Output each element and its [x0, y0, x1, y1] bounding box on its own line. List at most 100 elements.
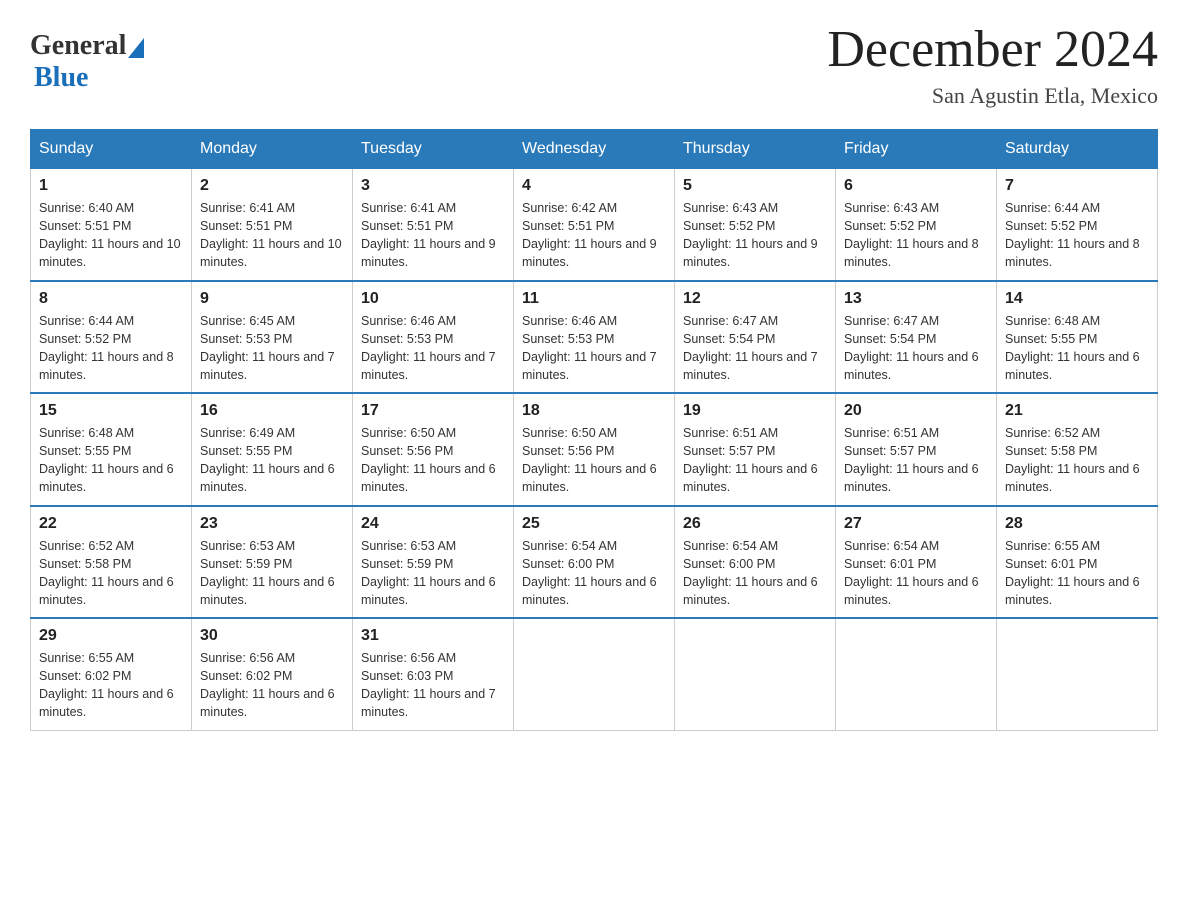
- day-number: 29: [39, 627, 183, 645]
- day-number: 8: [39, 290, 183, 308]
- day-info: Sunrise: 6:54 AMSunset: 6:01 PMDaylight:…: [844, 539, 979, 607]
- day-info: Sunrise: 6:41 AMSunset: 5:51 PMDaylight:…: [361, 201, 496, 269]
- table-row: 3 Sunrise: 6:41 AMSunset: 5:51 PMDaylight…: [353, 169, 514, 281]
- title-section: December 2024 San Agustin Etla, Mexico: [827, 20, 1158, 109]
- day-number: 1: [39, 177, 183, 195]
- col-wednesday: Wednesday: [514, 130, 675, 169]
- table-row: 7 Sunrise: 6:44 AMSunset: 5:52 PMDaylight…: [997, 169, 1158, 281]
- day-info: Sunrise: 6:48 AMSunset: 5:55 PMDaylight:…: [1005, 314, 1140, 382]
- table-row: 2 Sunrise: 6:41 AMSunset: 5:51 PMDaylight…: [192, 169, 353, 281]
- day-info: Sunrise: 6:48 AMSunset: 5:55 PMDaylight:…: [39, 426, 174, 494]
- day-info: Sunrise: 6:46 AMSunset: 5:53 PMDaylight:…: [361, 314, 496, 382]
- table-row: 11 Sunrise: 6:46 AMSunset: 5:53 PMDayligh…: [514, 281, 675, 394]
- day-number: 31: [361, 627, 505, 645]
- day-number: 21: [1005, 402, 1149, 420]
- month-title: December 2024: [827, 20, 1158, 79]
- logo-blue-text: Blue: [30, 62, 88, 93]
- day-info: Sunrise: 6:52 AMSunset: 5:58 PMDaylight:…: [39, 539, 174, 607]
- table-row: 27 Sunrise: 6:54 AMSunset: 6:01 PMDayligh…: [836, 506, 997, 619]
- table-row: 5 Sunrise: 6:43 AMSunset: 5:52 PMDaylight…: [675, 169, 836, 281]
- day-number: 23: [200, 515, 344, 533]
- calendar-header-row: Sunday Monday Tuesday Wednesday Thursday…: [31, 130, 1158, 169]
- table-row: 29 Sunrise: 6:55 AMSunset: 6:02 PMDayligh…: [31, 618, 192, 730]
- table-row: 15Sunrise: 6:48 AMSunset: 5:55 PMDayligh…: [31, 393, 192, 506]
- day-info: Sunrise: 6:53 AMSunset: 5:59 PMDaylight:…: [200, 539, 335, 607]
- table-row: 25 Sunrise: 6:54 AMSunset: 6:00 PMDayligh…: [514, 506, 675, 619]
- col-tuesday: Tuesday: [353, 130, 514, 169]
- day-info: Sunrise: 6:55 AMSunset: 6:01 PMDaylight:…: [1005, 539, 1140, 607]
- table-row: [675, 618, 836, 730]
- day-info: Sunrise: 6:51 AMSunset: 5:57 PMDaylight:…: [844, 426, 979, 494]
- location-subtitle: San Agustin Etla, Mexico: [827, 83, 1158, 109]
- day-info: Sunrise: 6:56 AMSunset: 6:02 PMDaylight:…: [200, 651, 335, 719]
- day-number: 6: [844, 177, 988, 195]
- table-row: 4 Sunrise: 6:42 AMSunset: 5:51 PMDaylight…: [514, 169, 675, 281]
- day-number: 22: [39, 515, 183, 533]
- day-info: Sunrise: 6:40 AMSunset: 5:51 PMDaylight:…: [39, 201, 181, 269]
- table-row: 13 Sunrise: 6:47 AMSunset: 5:54 PMDayligh…: [836, 281, 997, 394]
- day-number: 11: [522, 290, 666, 308]
- table-row: 18Sunrise: 6:50 AMSunset: 5:56 PMDayligh…: [514, 393, 675, 506]
- table-row: 20 Sunrise: 6:51 AMSunset: 5:57 PMDayligh…: [836, 393, 997, 506]
- day-info: Sunrise: 6:44 AMSunset: 5:52 PMDaylight:…: [39, 314, 174, 382]
- day-number: 25: [522, 515, 666, 533]
- day-number: 24: [361, 515, 505, 533]
- day-info: Sunrise: 6:50 AMSunset: 5:56 PMDaylight:…: [522, 426, 657, 494]
- table-row: 31 Sunrise: 6:56 AMSunset: 6:03 PMDayligh…: [353, 618, 514, 730]
- col-sunday: Sunday: [31, 130, 192, 169]
- day-info: Sunrise: 6:53 AMSunset: 5:59 PMDaylight:…: [361, 539, 496, 607]
- day-info: Sunrise: 6:55 AMSunset: 6:02 PMDaylight:…: [39, 651, 174, 719]
- calendar-table: Sunday Monday Tuesday Wednesday Thursday…: [30, 129, 1158, 731]
- table-row: 19Sunrise: 6:51 AMSunset: 5:57 PMDayligh…: [675, 393, 836, 506]
- col-monday: Monday: [192, 130, 353, 169]
- day-number: 14: [1005, 290, 1149, 308]
- table-row: [836, 618, 997, 730]
- day-number: 5: [683, 177, 827, 195]
- logo: General Blue: [30, 30, 144, 94]
- table-row: 9Sunrise: 6:45 AMSunset: 5:53 PMDaylight…: [192, 281, 353, 394]
- day-number: 17: [361, 402, 505, 420]
- day-info: Sunrise: 6:47 AMSunset: 5:54 PMDaylight:…: [844, 314, 979, 382]
- day-info: Sunrise: 6:41 AMSunset: 5:51 PMDaylight:…: [200, 201, 342, 269]
- day-number: 20: [844, 402, 988, 420]
- page-header: General Blue December 2024 San Agustin E…: [30, 20, 1158, 109]
- day-info: Sunrise: 6:52 AMSunset: 5:58 PMDaylight:…: [1005, 426, 1140, 494]
- day-info: Sunrise: 6:49 AMSunset: 5:55 PMDaylight:…: [200, 426, 335, 494]
- day-info: Sunrise: 6:44 AMSunset: 5:52 PMDaylight:…: [1005, 201, 1140, 269]
- day-info: Sunrise: 6:56 AMSunset: 6:03 PMDaylight:…: [361, 651, 496, 719]
- day-number: 28: [1005, 515, 1149, 533]
- col-friday: Friday: [836, 130, 997, 169]
- day-info: Sunrise: 6:43 AMSunset: 5:52 PMDaylight:…: [683, 201, 818, 269]
- table-row: 12 Sunrise: 6:47 AMSunset: 5:54 PMDayligh…: [675, 281, 836, 394]
- table-row: 16 Sunrise: 6:49 AMSunset: 5:55 PMDayligh…: [192, 393, 353, 506]
- day-number: 13: [844, 290, 988, 308]
- table-row: 28 Sunrise: 6:55 AMSunset: 6:01 PMDayligh…: [997, 506, 1158, 619]
- table-row: 21 Sunrise: 6:52 AMSunset: 5:58 PMDayligh…: [997, 393, 1158, 506]
- day-number: 16: [200, 402, 344, 420]
- day-number: 7: [1005, 177, 1149, 195]
- day-number: 27: [844, 515, 988, 533]
- day-number: 10: [361, 290, 505, 308]
- day-info: Sunrise: 6:43 AMSunset: 5:52 PMDaylight:…: [844, 201, 979, 269]
- table-row: 22 Sunrise: 6:52 AMSunset: 5:58 PMDayligh…: [31, 506, 192, 619]
- day-number: 30: [200, 627, 344, 645]
- table-row: 14 Sunrise: 6:48 AMSunset: 5:55 PMDayligh…: [997, 281, 1158, 394]
- table-row: 23 Sunrise: 6:53 AMSunset: 5:59 PMDayligh…: [192, 506, 353, 619]
- table-row: 6 Sunrise: 6:43 AMSunset: 5:52 PMDaylight…: [836, 169, 997, 281]
- day-number: 12: [683, 290, 827, 308]
- day-number: 2: [200, 177, 344, 195]
- table-row: 30 Sunrise: 6:56 AMSunset: 6:02 PMDayligh…: [192, 618, 353, 730]
- day-number: 3: [361, 177, 505, 195]
- day-number: 19: [683, 402, 827, 420]
- day-info: Sunrise: 6:54 AMSunset: 6:00 PMDaylight:…: [683, 539, 818, 607]
- day-info: Sunrise: 6:54 AMSunset: 6:00 PMDaylight:…: [522, 539, 657, 607]
- day-number: 26: [683, 515, 827, 533]
- table-row: 1 Sunrise: 6:40 AMSunset: 5:51 PMDaylight…: [31, 169, 192, 281]
- day-info: Sunrise: 6:42 AMSunset: 5:51 PMDaylight:…: [522, 201, 657, 269]
- table-row: 17 Sunrise: 6:50 AMSunset: 5:56 PMDayligh…: [353, 393, 514, 506]
- day-info: Sunrise: 6:50 AMSunset: 5:56 PMDaylight:…: [361, 426, 496, 494]
- day-info: Sunrise: 6:47 AMSunset: 5:54 PMDaylight:…: [683, 314, 818, 382]
- day-number: 4: [522, 177, 666, 195]
- table-row: 8 Sunrise: 6:44 AMSunset: 5:52 PMDaylight…: [31, 281, 192, 394]
- day-info: Sunrise: 6:46 AMSunset: 5:53 PMDaylight:…: [522, 314, 657, 382]
